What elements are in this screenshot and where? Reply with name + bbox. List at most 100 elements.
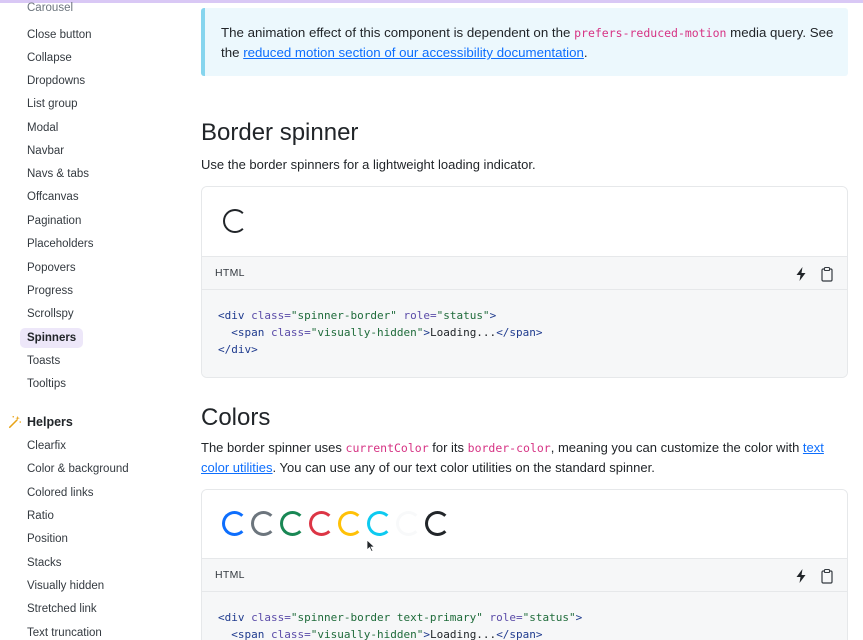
spinner-border (338, 511, 363, 536)
code-attr: role= (482, 611, 523, 624)
lightning-icon[interactable] (793, 568, 809, 584)
callout-text: . (583, 45, 588, 60)
paragraph-text: . You can use any of our text color util… (272, 460, 655, 475)
sidebar-item-navs-tabs[interactable]: Navs & tabs (20, 164, 96, 184)
spinner-border (309, 511, 334, 536)
code-value: "visually-hidden" (310, 326, 424, 339)
clipboard-icon[interactable] (819, 568, 835, 584)
code-line: <span class="visually-hidden">Loading...… (218, 324, 831, 341)
sidebar-section-title: Helpers (27, 415, 73, 429)
sidebar-item-placeholders[interactable]: Placeholders (20, 234, 100, 254)
colored-spinners-example: HTML <div class="spinner-border text-pri… (201, 489, 848, 640)
code-block: <div class="spinner-border text-primary"… (202, 592, 847, 640)
code-attr: class= (264, 326, 311, 339)
spinner-border (251, 511, 276, 536)
sidebar-item-popovers[interactable]: Popovers (20, 258, 83, 278)
code-attr: class= (264, 628, 311, 640)
paragraph-text: , meaning you can customize the color wi… (550, 440, 803, 455)
lightning-icon[interactable] (793, 266, 809, 282)
code-toolbar: HTML (202, 256, 847, 290)
sidebar-item-toasts[interactable]: Toasts (20, 351, 67, 371)
sidebar-item-stretched-link[interactable]: Stretched link (20, 599, 104, 619)
code-attr: class= (244, 309, 291, 322)
spinner-border (280, 511, 305, 536)
code-tag: <span (231, 628, 265, 640)
sidebar-item-clearfix[interactable]: Clearfix (20, 436, 73, 456)
sidebar-section-helpers[interactable]: Helpers (8, 415, 73, 429)
sidebar-item-ratio[interactable]: Ratio (20, 506, 61, 526)
sidebar-item-navbar[interactable]: Navbar (20, 141, 71, 161)
sidebar-item-spinners[interactable]: Spinners (20, 328, 84, 348)
sidebar-item-progress[interactable]: Progress (20, 281, 80, 301)
sidebar-item-text-truncation[interactable]: Text truncation (20, 623, 109, 640)
code-text: Loading... (429, 628, 497, 640)
section-title-border-spinner: Border spinner (201, 119, 359, 146)
code-tag: <div (218, 309, 245, 322)
sidebar-item-pagination[interactable]: Pagination (20, 211, 88, 231)
section-description: The border spinner uses currentColor for… (201, 438, 848, 477)
code-language-label: HTML (215, 569, 245, 581)
callout-code: prefers-reduced-motion (574, 26, 727, 40)
spinner-border (222, 511, 247, 536)
docs-sidebar: Carousel Close button Collapse Dropdowns… (0, 0, 180, 640)
code-attr: class= (244, 611, 291, 624)
code-tag: <span (231, 326, 265, 339)
code-tag: > (575, 611, 583, 624)
code-line: <div class="spinner-border text-primary"… (218, 609, 831, 626)
code-tag: </div> (218, 343, 258, 356)
sidebar-item-close-button[interactable]: Close button (20, 25, 99, 45)
callout-text: The animation effect of this component i… (221, 25, 575, 40)
code-tag: <div (218, 611, 245, 624)
section-description: Use the border spinners for a lightweigh… (201, 157, 536, 172)
sidebar-item-carousel[interactable]: Carousel (20, 2, 80, 14)
sidebar-item-modal[interactable]: Modal (20, 118, 65, 138)
sidebar-item-color-background[interactable]: Color & background (20, 459, 136, 479)
sidebar-item-dropdowns[interactable]: Dropdowns (20, 71, 92, 91)
code-tag: > (489, 309, 497, 322)
sidebar-item-position[interactable]: Position (20, 529, 75, 549)
sidebar-item-stacks[interactable]: Stacks (20, 553, 69, 573)
code-block: <div class="spinner-border" role="status… (202, 290, 847, 377)
magic-wand-icon (8, 415, 22, 429)
clipboard-icon[interactable] (819, 266, 835, 282)
sidebar-item-scrollspy[interactable]: Scrollspy (20, 304, 81, 324)
code-tag: </span> (496, 326, 543, 339)
code-tag: > (423, 326, 430, 339)
reduced-motion-callout: The animation effect of this component i… (201, 8, 848, 76)
example-preview (202, 187, 847, 256)
example-preview (202, 490, 847, 558)
code-value: "status" (522, 611, 576, 624)
code-line: </div> (218, 341, 831, 358)
mouse-cursor-icon (366, 539, 376, 553)
paragraph-text: The border spinner uses (201, 440, 346, 455)
code-value: "status" (436, 309, 490, 322)
inline-code: currentColor (345, 441, 429, 455)
sidebar-item-list-group[interactable]: List group (20, 94, 85, 114)
inline-code: border-color (467, 441, 551, 455)
border-spinner-example: HTML <div class="spinner-border" role="s… (201, 186, 848, 378)
code-line: <span class="visually-hidden">Loading...… (218, 626, 831, 640)
sidebar-item-visually-hidden[interactable]: Visually hidden (20, 576, 111, 596)
code-tag: </span> (496, 628, 543, 640)
code-language-label: HTML (215, 267, 245, 279)
sidebar-item-collapse[interactable]: Collapse (20, 48, 79, 68)
code-value: "spinner-border text-primary" (290, 611, 483, 624)
code-value: "visually-hidden" (310, 628, 424, 640)
code-tag: > (423, 628, 430, 640)
code-value: "spinner-border" (290, 309, 397, 322)
code-attr: role= (396, 309, 437, 322)
spinner-border (223, 209, 247, 233)
spinner-border (396, 511, 421, 536)
sidebar-item-tooltips[interactable]: Tooltips (20, 374, 73, 394)
section-title-colors: Colors (201, 404, 271, 431)
reduced-motion-link[interactable]: reduced motion section of our accessibil… (243, 45, 584, 60)
sidebar-item-offcanvas[interactable]: Offcanvas (20, 187, 86, 207)
sidebar-item-colored-links[interactable]: Colored links (20, 483, 100, 503)
code-line: <div class="spinner-border" role="status… (218, 307, 831, 324)
code-text: Loading... (429, 326, 497, 339)
code-toolbar: HTML (202, 558, 847, 592)
spinner-border (367, 511, 392, 536)
paragraph-text: for its (428, 440, 468, 455)
